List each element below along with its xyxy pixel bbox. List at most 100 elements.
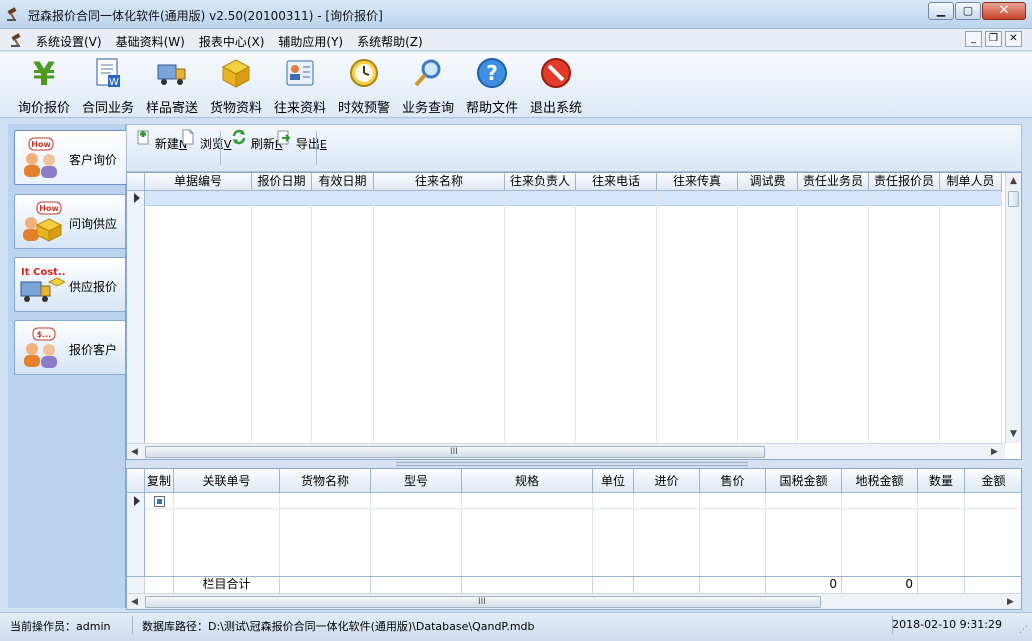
col-header-goods-name[interactable]: 货物名称: [280, 469, 371, 493]
toolbar-contacts-button[interactable]: 往来资料: [268, 56, 332, 116]
mdi-close-button[interactable]: ✕: [1005, 31, 1022, 47]
scroll-right-icon[interactable]: ▶: [991, 447, 998, 457]
col-header-quantity[interactable]: 数量: [918, 469, 965, 493]
mdi-minimize-button[interactable]: _: [965, 31, 982, 47]
refresh-button[interactable]: 刷新R: [231, 129, 283, 152]
toolbar-inquiry-quote-button[interactable]: ¥ 询价报价: [12, 55, 76, 116]
col-header-spec[interactable]: 规格: [462, 469, 593, 493]
svg-text:How: How: [31, 140, 51, 149]
toolbar-exit-button[interactable]: 退出系统: [524, 56, 588, 116]
mdi-child-gavel-icon[interactable]: [10, 32, 26, 48]
nav-customer-quote[interactable]: $... 报价客户: [14, 320, 126, 375]
mdi-restore-button[interactable]: ❐: [985, 31, 1002, 47]
col-header-salesperson[interactable]: 责任业务员: [798, 173, 869, 191]
main-grid-vertical-scrollbar[interactable]: ▲ ▼: [1005, 173, 1021, 443]
nav-label: 问询供应: [69, 217, 118, 231]
row-indicator-column: [127, 191, 145, 443]
toolbar-sample-send-button[interactable]: 样品寄送: [140, 56, 204, 116]
horizontal-scroll-thumb[interactable]: III: [145, 446, 765, 458]
col-header-debug-fee[interactable]: 调试费: [738, 173, 798, 191]
help-icon: ?: [477, 58, 507, 88]
col-header-national-tax[interactable]: 国税金额: [766, 469, 842, 493]
menu-basic-data[interactable]: 基础资料(W): [116, 33, 185, 50]
totals-row: 栏目合计 0 0: [127, 576, 1021, 593]
col-header-purchase-price[interactable]: 进价: [634, 469, 700, 493]
col-header-doc-no[interactable]: 单据编号: [145, 173, 252, 191]
quote-list-grid[interactable]: 单据编号 报价日期 有效日期 往来名称 往来负责人 往来电话 往来传真 调试费 …: [126, 172, 1022, 460]
grid-splitter[interactable]: [126, 460, 1022, 468]
status-operator: 当前操作员：admin: [10, 620, 111, 633]
resize-grip-icon[interactable]: ⋰: [1019, 625, 1028, 635]
copy-checkbox[interactable]: [154, 496, 165, 507]
export-button[interactable]: 导出E: [276, 129, 327, 152]
col-header-amount[interactable]: 金额: [965, 469, 1021, 493]
selected-row[interactable]: [145, 191, 1002, 206]
cargo-box-icon: [221, 59, 251, 88]
toolbar-contract-button[interactable]: W 合同业务: [76, 56, 140, 116]
svg-text:¥: ¥: [33, 56, 55, 90]
maximize-icon: ▢: [962, 4, 974, 17]
toolbar-help-file-button[interactable]: ? 帮助文件: [460, 56, 524, 116]
toolbar-business-query-button[interactable]: 业务查询: [396, 56, 460, 116]
close-button[interactable]: ✕: [982, 2, 1026, 20]
vertical-scroll-thumb[interactable]: [1008, 191, 1019, 207]
toolbar-separator: [220, 131, 221, 165]
main-grid-horizontal-scrollbar[interactable]: ◀ III ▶: [127, 443, 1005, 459]
nav-supplier-quote[interactable]: It Cost... 供应报价: [14, 257, 126, 312]
menu-report-center[interactable]: 报表中心(X): [199, 33, 265, 50]
toolbar-deadline-alert-button[interactable]: 时效预警: [332, 56, 396, 116]
total-national-tax: 0: [766, 577, 842, 593]
col-header-partner-name[interactable]: 往来名称: [374, 173, 505, 191]
scroll-down-icon[interactable]: ▼: [1010, 429, 1017, 439]
close-icon: ✕: [998, 3, 1010, 18]
nav-customer-inquiry[interactable]: How 客户询价: [14, 130, 128, 185]
col-header-copy[interactable]: 复制: [145, 469, 174, 493]
status-bar: 当前操作员：admin 数据库路径：D:\测试\冠森报价合同一体化软件(通用版)…: [0, 612, 1032, 641]
nav-supplier-inquiry[interactable]: How 问询供应: [14, 194, 126, 249]
detail-grid-horizontal-scrollbar[interactable]: ◀ III ▶: [127, 593, 1021, 609]
row-indicator-header: [127, 173, 145, 191]
status-datetime: 2018-02-10 9:31:29: [892, 618, 1002, 631]
minimize-button[interactable]: ▁: [928, 2, 954, 20]
svg-text:?: ?: [486, 61, 498, 85]
left-nav-panel: How 客户询价 How 问询供应 It Cost... 供应报价 $... 报…: [8, 124, 128, 608]
col-header-creator[interactable]: 制单人员: [940, 173, 1002, 191]
delivery-truck-icon: [157, 64, 186, 85]
contacts-card-icon: [286, 60, 314, 86]
scroll-up-icon[interactable]: ▲: [1010, 176, 1017, 186]
quote-detail-grid[interactable]: 复制 关联单号 货物名称 型号 规格 单位 进价 售价 国税金额 地税金额 数量…: [126, 468, 1022, 610]
refresh-icon: [232, 129, 246, 145]
col-header-unit[interactable]: 单位: [593, 469, 634, 493]
supplier-inquiry-icon: How: [23, 201, 63, 242]
col-header-sale-price[interactable]: 售价: [700, 469, 766, 493]
col-header-partner-contact[interactable]: 往来负责人: [505, 173, 576, 191]
scroll-left-icon[interactable]: ◀: [131, 447, 138, 457]
nav-label: 报价客户: [69, 343, 118, 357]
col-header-quoter[interactable]: 责任报价员: [869, 173, 940, 191]
menu-system-help[interactable]: 系统帮助(Z): [357, 33, 423, 50]
toolbar-cargo-data-button[interactable]: 货物资料: [204, 56, 268, 116]
col-header-partner-fax[interactable]: 往来传真: [657, 173, 738, 191]
col-header-model[interactable]: 型号: [371, 469, 462, 493]
col-header-partner-phone[interactable]: 往来电话: [576, 173, 657, 191]
horizontal-scroll-thumb[interactable]: III: [145, 596, 821, 608]
col-header-local-tax[interactable]: 地税金额: [842, 469, 918, 493]
col-header-valid-date[interactable]: 有效日期: [312, 173, 374, 191]
exit-icon: [541, 58, 571, 88]
title-bar: 冠森报价合同一体化软件(通用版) v2.50(20100311) - [询价报价…: [0, 0, 1032, 29]
menu-aux-apps[interactable]: 辅助应用(Y): [278, 33, 343, 50]
col-header-related-no[interactable]: 关联单号: [174, 469, 280, 493]
browse-doc-icon: [182, 129, 194, 145]
col-header-quote-date[interactable]: 报价日期: [252, 173, 312, 191]
maximize-button[interactable]: ▢: [955, 2, 981, 20]
total-local-tax: 0: [842, 577, 918, 593]
splitter-grip[interactable]: [396, 462, 748, 466]
scroll-right-icon[interactable]: ▶: [1007, 597, 1014, 607]
browse-button[interactable]: 浏览V: [180, 129, 231, 152]
scroll-left-icon[interactable]: ◀: [131, 597, 138, 607]
detail-row[interactable]: [145, 493, 1021, 509]
svg-text:How: How: [39, 204, 59, 213]
current-row-arrow-icon: [134, 193, 140, 203]
app-gavel-icon: [7, 7, 17, 21]
menu-system-settings[interactable]: 系统设置(V): [36, 33, 102, 50]
